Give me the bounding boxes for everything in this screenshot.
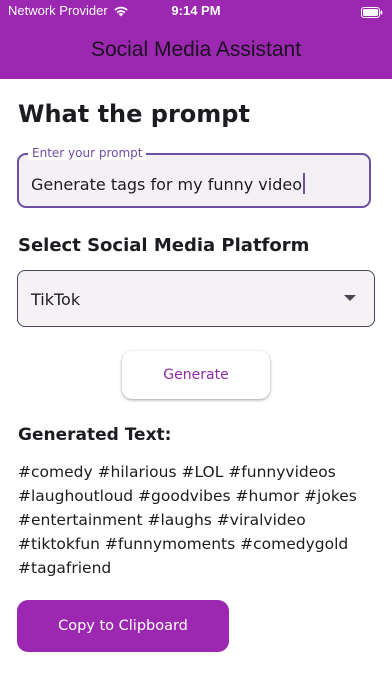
platform-dropdown[interactable]: TikTok xyxy=(17,270,375,327)
generate-button[interactable]: Generate xyxy=(122,351,270,399)
prompt-heading: What the prompt xyxy=(18,100,250,128)
app-bar: Network Provider 9:14 PM Social Media As… xyxy=(0,0,392,79)
platform-selected-value: TikTok xyxy=(31,290,81,309)
generated-text-line: #tiktokfun #funnymoments #comedygold xyxy=(18,535,349,553)
generated-text-line: #laughoutloud #goodvibes #humor #jokes xyxy=(18,487,357,505)
prompt-input-content: Generate tags for my funny video xyxy=(31,173,306,194)
platform-heading: Select Social Media Platform xyxy=(18,235,310,256)
battery-icon xyxy=(361,5,383,18)
generated-text-line: #comedy #hilarious #LOL #funnyvideos xyxy=(18,463,336,481)
copy-to-clipboard-button[interactable]: Copy to Clipboard xyxy=(17,600,229,652)
status-bar: Network Provider 9:14 PM xyxy=(0,0,392,24)
text-cursor xyxy=(303,173,306,194)
app-title: Social Media Assistant xyxy=(90,38,302,61)
prompt-input-value: Generate tags for my funny video xyxy=(31,175,303,194)
copy-button-label: Copy to Clipboard xyxy=(58,618,188,634)
generate-button-label: Generate xyxy=(163,367,229,383)
prompt-input-label: Enter your prompt xyxy=(28,146,147,160)
generated-text-output: #comedy #hilarious #LOL #funnyvideos #la… xyxy=(18,460,373,580)
generated-text-line: #tagafriend xyxy=(18,559,112,577)
prompt-input[interactable]: Enter your prompt Generate tags for my f… xyxy=(17,146,371,208)
generated-text-heading: Generated Text: xyxy=(18,425,172,445)
generated-text-line: #entertainment #laughs #viralvideo xyxy=(18,511,306,529)
status-time: 9:14 PM xyxy=(171,3,221,18)
dropdown-arrow-icon xyxy=(344,295,356,301)
